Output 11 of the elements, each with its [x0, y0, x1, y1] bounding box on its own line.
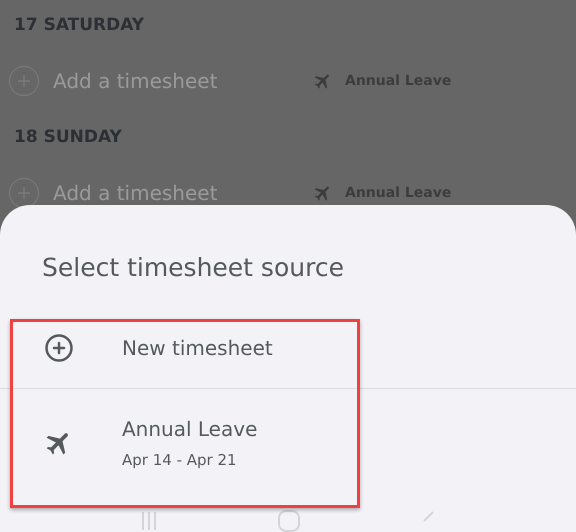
day-header: 17 SATURDAY	[14, 15, 144, 35]
sheet-title: Select timesheet source	[41, 252, 345, 284]
day-header: 18 SUNDAY	[14, 127, 122, 147]
recent-apps-icon[interactable]	[140, 510, 157, 530]
source-option[interactable]: New timesheet	[0, 307, 576, 390]
plus-circle-icon	[44, 332, 74, 363]
option-dates: Apr 14 - Apr 21	[122, 450, 238, 469]
home-icon[interactable]	[278, 510, 300, 532]
option-label: New timesheet	[122, 336, 273, 360]
source-option[interactable]: Annual Leave Apr 14 - Apr 21	[0, 389, 576, 496]
option-label: Annual Leave	[122, 416, 258, 441]
